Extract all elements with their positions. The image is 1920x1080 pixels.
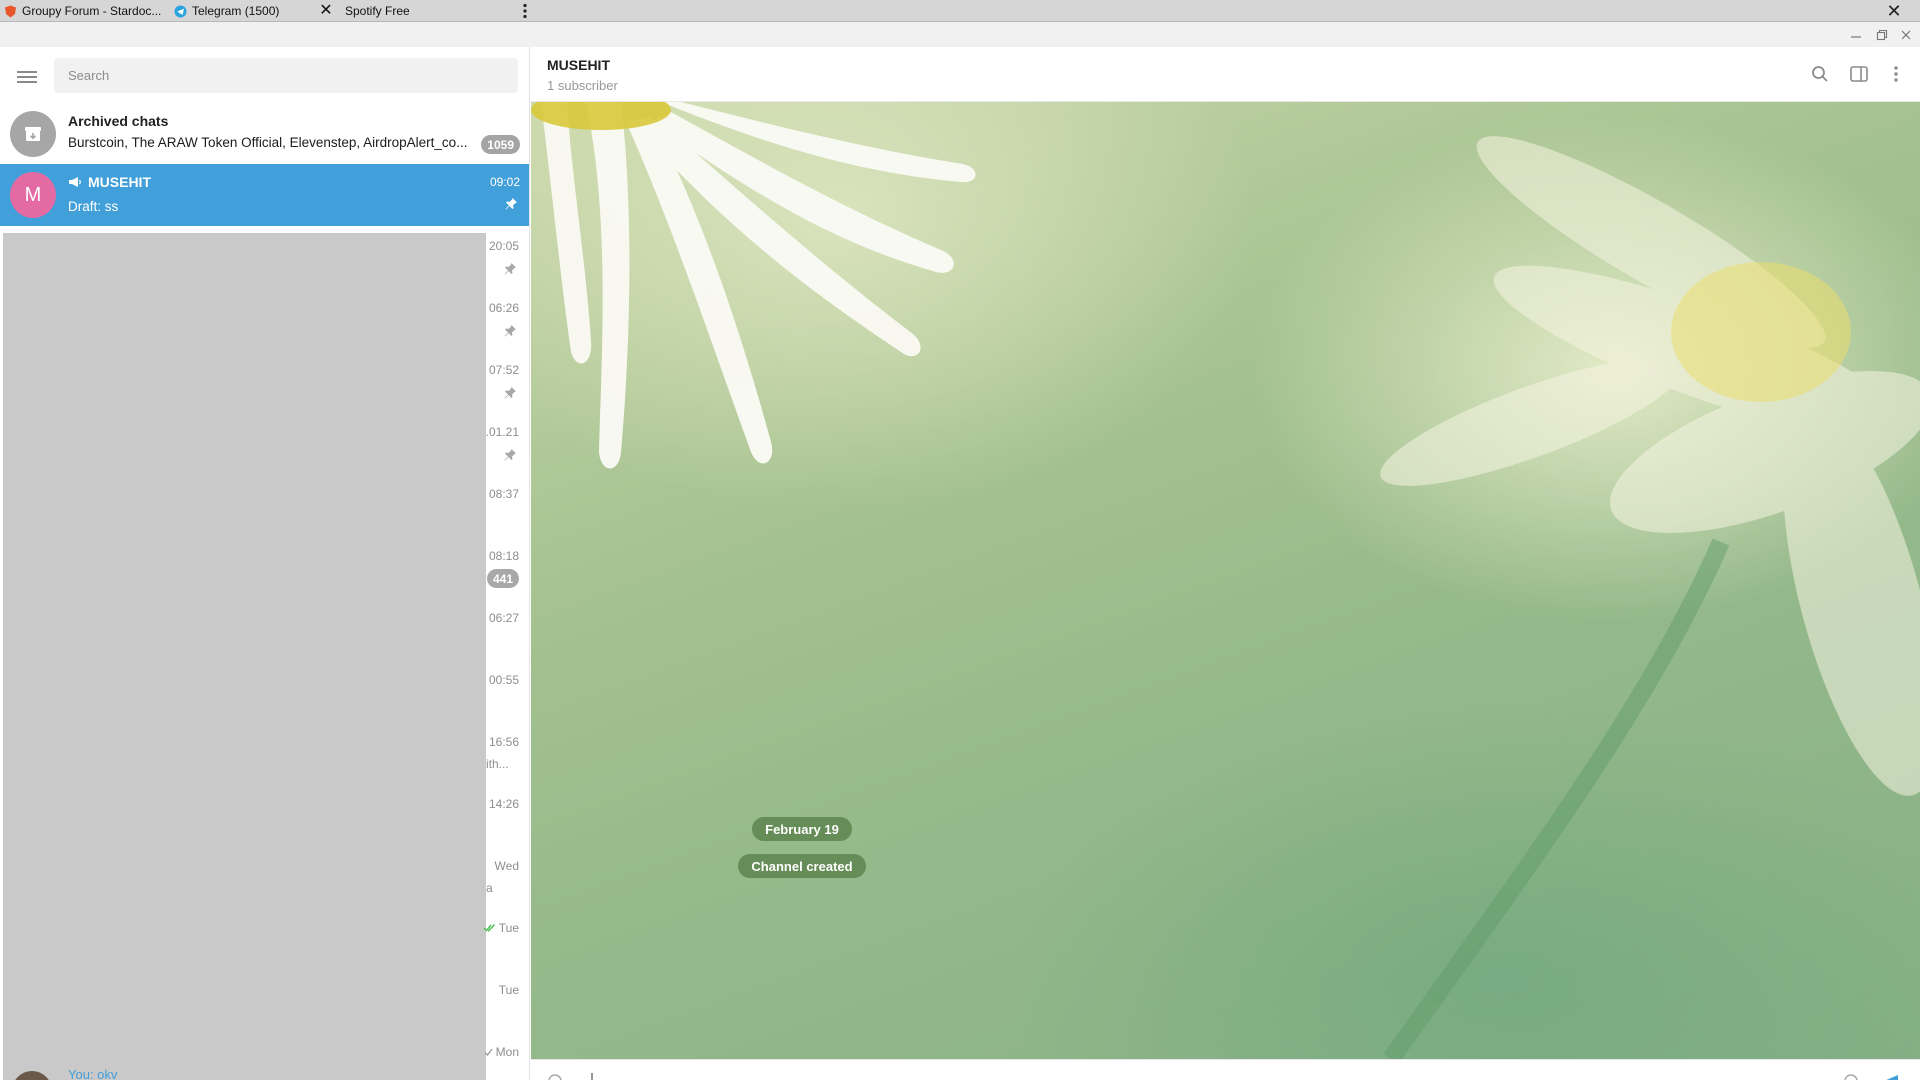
- subscriber-count: 1 subscriber: [547, 78, 618, 93]
- chat-time: Wed: [494, 859, 519, 873]
- message-preview-fragment: ith...: [486, 757, 509, 771]
- chat-time: Mon: [495, 1045, 519, 1059]
- pin-icon: [505, 198, 517, 210]
- message-preview: You: okv: [68, 1067, 118, 1080]
- search-button[interactable]: [1807, 61, 1833, 87]
- channel-megaphone-icon: [69, 177, 81, 187]
- chat-time: 06:26: [488, 301, 519, 315]
- pin-icon: [504, 263, 516, 275]
- more-options-button[interactable]: [1883, 61, 1909, 87]
- chat-time: 07:52: [488, 363, 519, 377]
- chat-time: 00:55: [488, 673, 519, 687]
- double-check-icon: [483, 924, 495, 933]
- pin-icon: [504, 387, 516, 399]
- sidebar-toggle-button[interactable]: [1846, 61, 1872, 87]
- chat-time: 14:26: [488, 797, 519, 811]
- hamburger-menu-icon[interactable]: [14, 67, 40, 87]
- app-close-button[interactable]: [1894, 22, 1918, 47]
- restore-icon: [1876, 29, 1888, 40]
- chat-time: 09:02: [489, 175, 520, 189]
- pin-icon: [504, 325, 516, 337]
- app-title-bar: [0, 22, 1920, 47]
- tab-title: Spotify Free: [345, 4, 410, 18]
- search-input[interactable]: [54, 58, 518, 93]
- service-message: Channel created: [738, 854, 866, 878]
- daisy-wallpaper-illustration: [531, 102, 1920, 1059]
- message-compose-bar[interactable]: [531, 1059, 1920, 1080]
- window-close-button[interactable]: ✕: [1884, 1, 1904, 21]
- chat-time: 20:05: [488, 239, 519, 253]
- chat-name: MUSEHIT: [88, 174, 151, 190]
- more-vertical-icon: [1894, 66, 1898, 82]
- tab-telegram[interactable]: Telegram (1500): [174, 0, 314, 22]
- restore-button[interactable]: [1870, 22, 1894, 47]
- tab-title: Groupy Forum - Stardoc...: [22, 4, 162, 18]
- search-icon: [1812, 66, 1828, 82]
- chat-time: Tue: [498, 921, 519, 935]
- telegram-icon: [174, 5, 187, 17]
- tab-title: Telegram (1500): [192, 4, 280, 18]
- chat-time: Tue: [498, 983, 519, 997]
- chat-list-panel: Archived chats Burstcoin, The ARAW Token…: [0, 47, 530, 1080]
- chat-time: 08:18: [488, 549, 519, 563]
- chat-background: February 19 Channel created: [531, 102, 1920, 1059]
- chat-time: 08:37: [488, 487, 519, 501]
- chat-time: 16:56: [488, 735, 519, 749]
- chat-title-wrap: MUSEHIT: [68, 174, 151, 190]
- archived-chats-row[interactable]: Archived chats Burstcoin, The ARAW Token…: [0, 103, 529, 164]
- tab-spotify[interactable]: Spotify Free: [345, 0, 495, 22]
- archive-icon: [10, 111, 56, 157]
- chat-item-musehit[interactable]: M MUSEHIT 09:02 Draft: ss: [0, 164, 529, 226]
- shield-icon: [5, 5, 16, 17]
- text-cursor-icon[interactable]: [591, 1073, 593, 1080]
- unread-count-badge: 1059: [481, 135, 520, 154]
- chat-meta-sent: Mon: [484, 1045, 519, 1059]
- archived-chats-list: Burstcoin, The ARAW Token Official, Elev…: [68, 135, 468, 150]
- redacted-chat-list: [3, 233, 486, 1080]
- unread-count-badge: 441: [486, 569, 519, 588]
- draft-preview: Draft: ss: [68, 199, 119, 214]
- minimize-button[interactable]: [1844, 22, 1868, 47]
- chat-title[interactable]: MUSEHIT: [547, 57, 610, 73]
- attach-icon[interactable]: [547, 1073, 563, 1080]
- chat-meta-read: Tue: [483, 921, 519, 935]
- side-panel-icon: [1850, 66, 1868, 82]
- tab-close-button[interactable]: ✕: [317, 2, 335, 20]
- pin-icon: [504, 449, 516, 461]
- send-icon[interactable]: [1883, 1073, 1899, 1080]
- archived-chats-title: Archived chats: [68, 113, 169, 129]
- check-icon: [484, 1048, 493, 1057]
- minimize-icon: [1851, 35, 1861, 38]
- chat-header[interactable]: MUSEHIT 1 subscriber: [531, 47, 1920, 102]
- chat-time: .01.21: [485, 425, 519, 439]
- date-separator: February 19: [752, 817, 852, 841]
- browser-tab-strip: Groupy Forum - Stardoc... Telegram (1500…: [0, 0, 1920, 22]
- chat-time: 06:27: [488, 611, 519, 625]
- emoji-icon[interactable]: [1843, 1073, 1859, 1080]
- more-vertical-icon[interactable]: [516, 2, 534, 20]
- avatar: M: [10, 172, 56, 218]
- message-preview-fragment: a: [486, 881, 493, 895]
- close-icon: [1901, 30, 1911, 39]
- tab-groupy-forum[interactable]: Groupy Forum - Stardoc...: [4, 0, 164, 22]
